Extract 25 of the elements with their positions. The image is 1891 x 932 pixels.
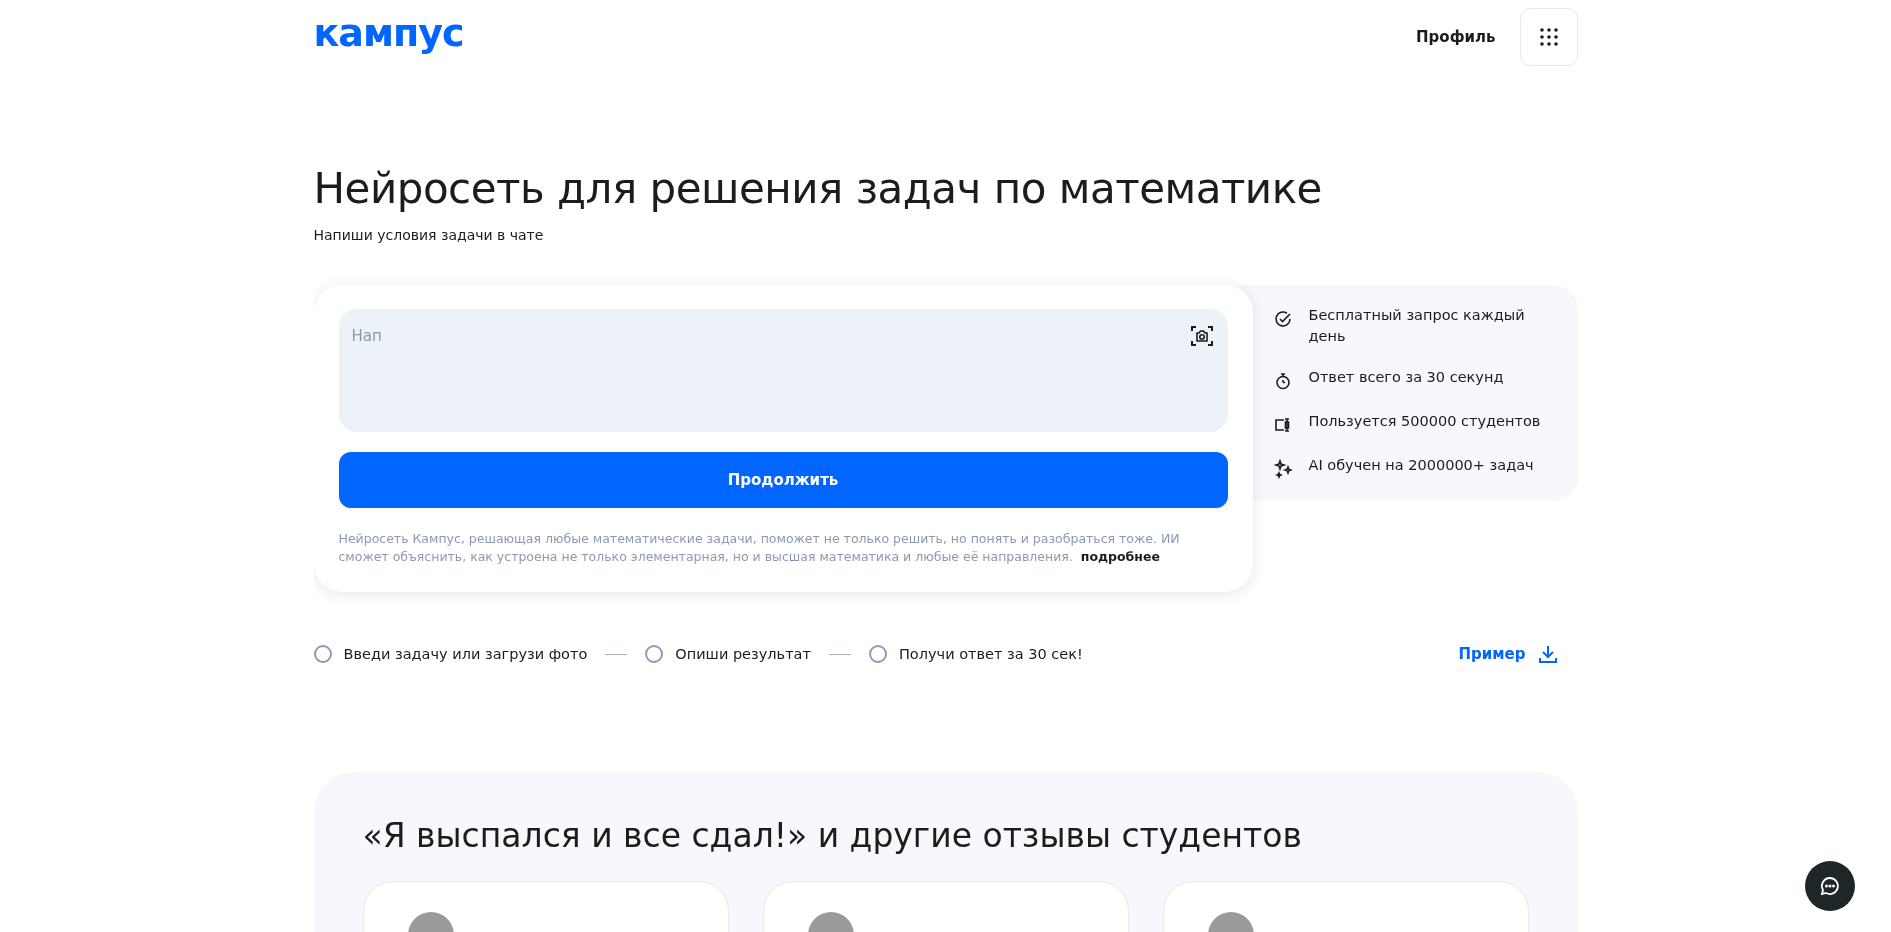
page-title: Нейросеть для решения задач по математике: [313, 164, 1323, 213]
chat-button[interactable]: [1805, 861, 1855, 911]
apps-menu-button[interactable]: [1519, 8, 1578, 66]
description-text: Нейросеть Кампус, решающая любые математические задачи, поможет не только решить, но понять и разобраться тоже. ИИ сможет объяснить, как устроена не только элементарная, но и высшая математика и любые её направления. подробнее: [338, 530, 1181, 566]
step-label: Получи ответ за 30 сек!: [898, 646, 1083, 662]
benefit-text: Ответ всего за 30 секунд: [1308, 368, 1504, 387]
check-circle-icon: [1272, 309, 1293, 329]
step-label: Опиши результат: [675, 646, 811, 662]
example-download-link[interactable]: Пример: [1458, 644, 1558, 664]
continue-button[interactable]: Продолжить: [338, 452, 1228, 508]
sparkle-icon: [1272, 459, 1293, 479]
profile-link[interactable]: Профиль: [1416, 28, 1496, 46]
logo[interactable]: кампус: [313, 11, 464, 55]
task-input-field[interactable]: Нап: [338, 309, 1228, 432]
grid-icon: [1539, 28, 1558, 46]
download-icon: [1537, 644, 1558, 664]
camera-icon[interactable]: [1189, 324, 1214, 348]
reviews-title: «Я выспался и все сдал!» и другие отзывы студентов: [362, 816, 1303, 855]
benefit-text: Бесплатный запрос каждый день: [1308, 306, 1526, 346]
benefit-text: AI обучен на 2000000+ задач: [1308, 456, 1534, 475]
benefit-text: Пользуется 500000 студентов: [1308, 412, 1541, 431]
page-subtitle: Напиши условия задачи в чате: [313, 227, 545, 243]
step-label: Введи задачу или загрузи фото: [343, 646, 588, 662]
more-link[interactable]: подробнее: [1080, 549, 1160, 564]
chat-bubble-icon: [1819, 875, 1841, 897]
